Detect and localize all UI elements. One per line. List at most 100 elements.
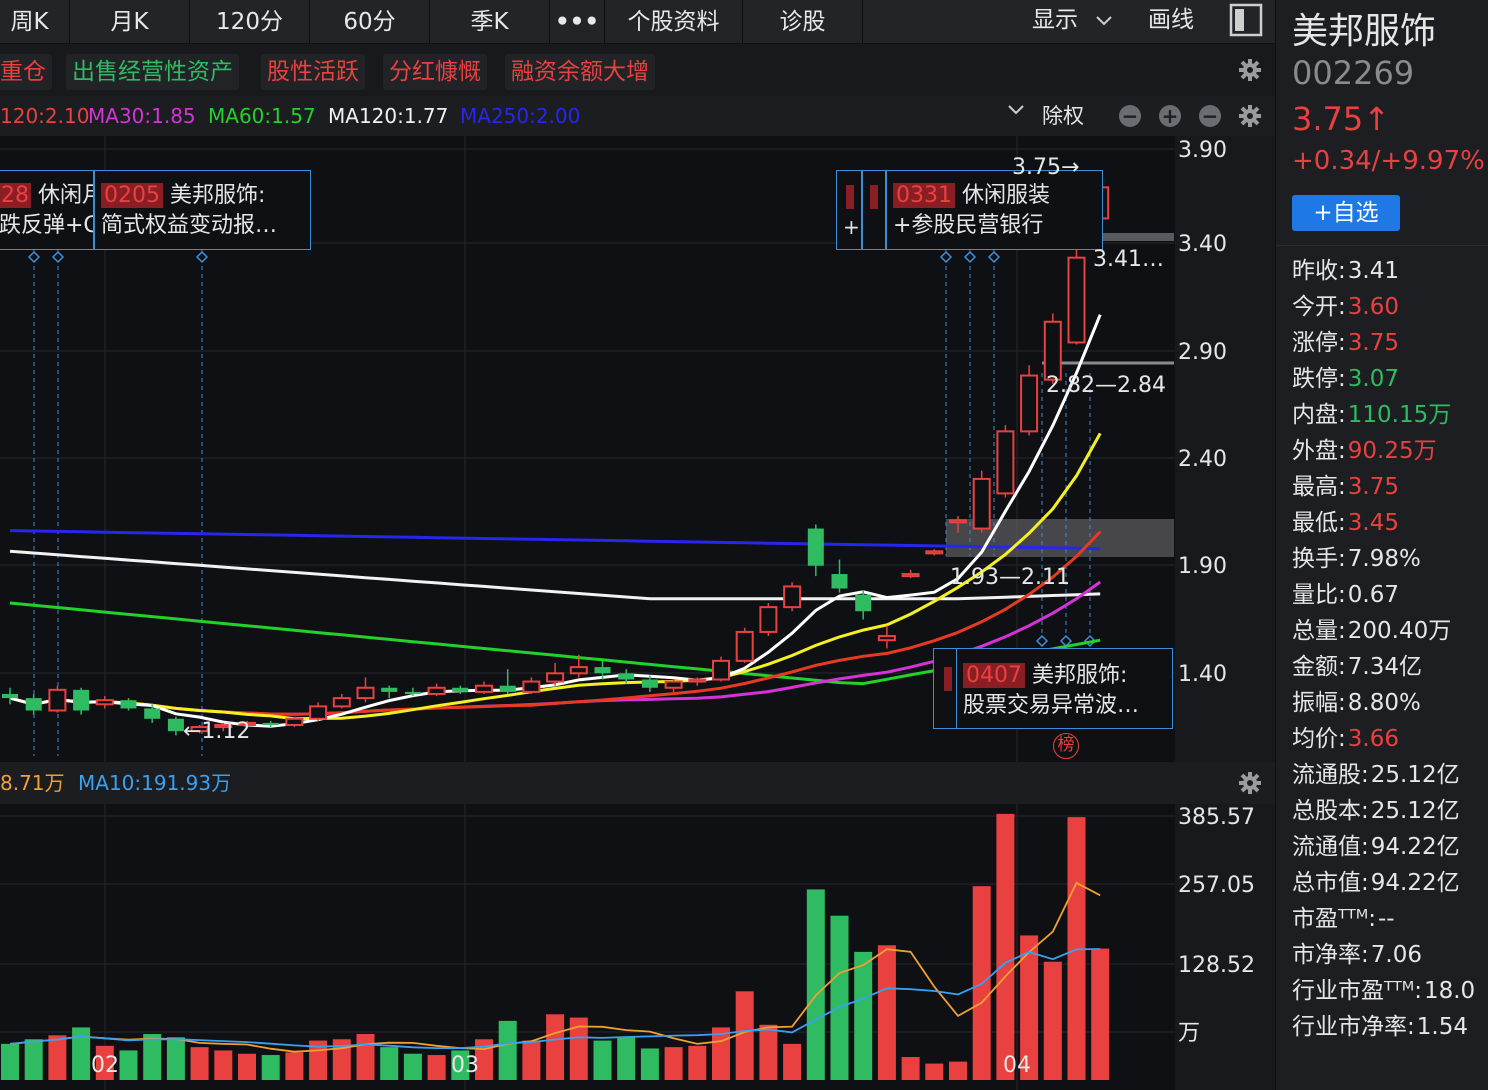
candle-body [452, 687, 469, 692]
stat-value: 110.15万 [1347, 402, 1452, 428]
candle-body [25, 698, 42, 711]
volume-bar [522, 1040, 541, 1080]
stat-row: 跌停:3.07 [1292, 364, 1399, 394]
volume-bar [1043, 961, 1062, 1080]
zoom-in-icon[interactable]: + [1159, 105, 1181, 127]
stat-label: 市盈ᵀᵀᴹ: [1292, 906, 1376, 932]
volume-bar [24, 1039, 43, 1080]
ma120-white-value: MA120:1.77 [328, 104, 449, 128]
news-box[interactable]: 28 休闲月 跌反弹+C [0, 170, 94, 250]
stat-value: 8.80% [1347, 690, 1421, 716]
tab-60min[interactable]: 60分 [310, 0, 430, 44]
price-change: +0.34/+9.97% [1292, 146, 1485, 176]
volume-legend-bar: 8.71万 MA10:191.93万 [0, 762, 1275, 804]
tag-item[interactable]: 融资余额大增 [505, 54, 655, 90]
ranking-badge[interactable]: 榜 [1053, 733, 1079, 759]
zoom-out-icon[interactable]: − [1119, 105, 1141, 127]
stat-label: 换手: [1292, 546, 1346, 572]
candle-body [309, 705, 328, 720]
gear-icon[interactable] [1238, 771, 1262, 795]
date-axis-label: 04 [1003, 1053, 1031, 1078]
candle-body [594, 667, 611, 674]
price-axis-label: 3.90 [1178, 138, 1227, 163]
panel-toggle-icon[interactable] [1229, 3, 1263, 37]
stat-value: 7.06 [1370, 942, 1422, 968]
more-button[interactable]: ••• [550, 0, 605, 44]
stat-row: 市净率:7.06 [1292, 940, 1422, 970]
stat-value: 25.12亿 [1370, 762, 1460, 788]
stat-row: 总量:200.40万 [1292, 616, 1451, 646]
tab-weekly-k[interactable]: 周K [0, 0, 70, 44]
ma-legend-bar: 120:2.10 MA30:1.85 MA60:1.57 MA120:1.77 … [0, 96, 1275, 136]
news-date: 0331 [893, 183, 955, 208]
stat-value: 3.75 [1347, 474, 1399, 500]
news-box[interactable]: 0407 美邦服饰: 股票交易异常波… [956, 648, 1173, 729]
tag-item[interactable]: 出售经营性资产 [66, 54, 239, 90]
ma60-value: MA60:1.57 [208, 104, 316, 128]
ma120-value: 120:2.10 [0, 104, 90, 128]
stat-label: 今开: [1292, 294, 1346, 320]
stock-name: 美邦服饰 [1292, 11, 1437, 52]
news-box[interactable]: + [836, 170, 862, 250]
news-box[interactable] [933, 648, 957, 729]
volume-axis-label: 128.52 [1178, 953, 1255, 978]
vol-ma10-value: MA10:191.93万 [78, 771, 232, 795]
display-dropdown[interactable]: 显示 [1032, 0, 1113, 44]
kline-chart[interactable]: 3.90 3.40 2.90 2.40 1.90 1.40 385.57 257.05 128.… [0, 136, 1275, 1090]
tag-item[interactable]: 分红慷慨 [383, 54, 487, 90]
volume-bar [143, 1034, 162, 1080]
price-axis-label: 1.90 [1178, 554, 1227, 579]
candle-body [688, 678, 707, 683]
stat-label: 均价: [1292, 726, 1346, 752]
draw-line-button[interactable]: 画线 [1148, 0, 1194, 44]
display-label: 显示 [1032, 7, 1078, 33]
volume-bar [498, 1020, 517, 1080]
stat-label: 昨收: [1292, 258, 1346, 284]
volume-bar [1091, 948, 1110, 1080]
stat-label: 跌停: [1292, 366, 1346, 392]
low-price-label: ←1.12 [183, 719, 251, 744]
volume-bar [712, 1027, 730, 1080]
stat-value: 0.67 [1347, 582, 1399, 608]
stat-row: 昨收:3.41 [1292, 256, 1399, 286]
volume-bar [356, 1034, 375, 1080]
gear-icon[interactable] [1238, 104, 1262, 128]
stat-row: 内盘:110.15万 [1292, 400, 1451, 430]
stat-row: 量比:0.67 [1292, 580, 1399, 610]
add-watchlist-button[interactable]: +自选 [1292, 195, 1400, 231]
tag-item[interactable]: 重仓 [0, 54, 52, 90]
stat-row: 最高:3.75 [1292, 472, 1399, 502]
volume-bar [735, 991, 754, 1080]
news-box[interactable] [862, 170, 886, 250]
stat-row: 行业市盈ᵀᵀᴹ:18.0 [1292, 976, 1475, 1006]
volume-bar [854, 951, 873, 1080]
news-box[interactable]: 0331 休闲服装 +参股民营银行 [886, 170, 1103, 250]
stat-label: 外盘: [1292, 438, 1346, 464]
stat-row: 均价:3.66 [1292, 724, 1399, 754]
news-box[interactable]: 0205 美邦服饰: 简式权益变动报… [94, 170, 311, 250]
gear-icon[interactable] [1238, 58, 1262, 82]
stat-value: 94.22亿 [1370, 834, 1460, 860]
tab-monthly-k[interactable]: 月K [70, 0, 190, 44]
stat-label: 行业市净率: [1292, 1014, 1415, 1040]
ex-rights-button[interactable]: 除权 [1042, 102, 1084, 130]
stock-diagnosis-button[interactable]: 诊股 [743, 0, 863, 44]
stock-profile-button[interactable]: 个股资料 [605, 0, 743, 44]
news-summary: 简式权益变动报… [101, 213, 278, 238]
zoom-out-icon[interactable]: − [1199, 105, 1221, 127]
candle-body [404, 691, 421, 694]
stat-row: 总市值:94.22亿 [1292, 868, 1460, 898]
volume-bar [617, 1037, 636, 1080]
volume-bar [285, 1052, 304, 1080]
stat-row: 外盘:90.25万 [1292, 436, 1437, 466]
candle-body [95, 699, 114, 706]
tag-item[interactable]: 股性活跃 [261, 54, 365, 90]
tab-120min[interactable]: 120分 [190, 0, 310, 44]
volume-bar [403, 1053, 422, 1080]
chevron-down-icon[interactable] [1006, 102, 1026, 121]
concept-tags-bar: 重仓 出售经营性资产 股性活跃 分红慷慨 融资余额大增 [0, 46, 1275, 96]
news-title: 休闲月 [38, 183, 93, 208]
volume-bar [238, 1053, 256, 1080]
tab-quarterly-k[interactable]: 季K [430, 0, 550, 44]
candle-body [427, 686, 446, 695]
